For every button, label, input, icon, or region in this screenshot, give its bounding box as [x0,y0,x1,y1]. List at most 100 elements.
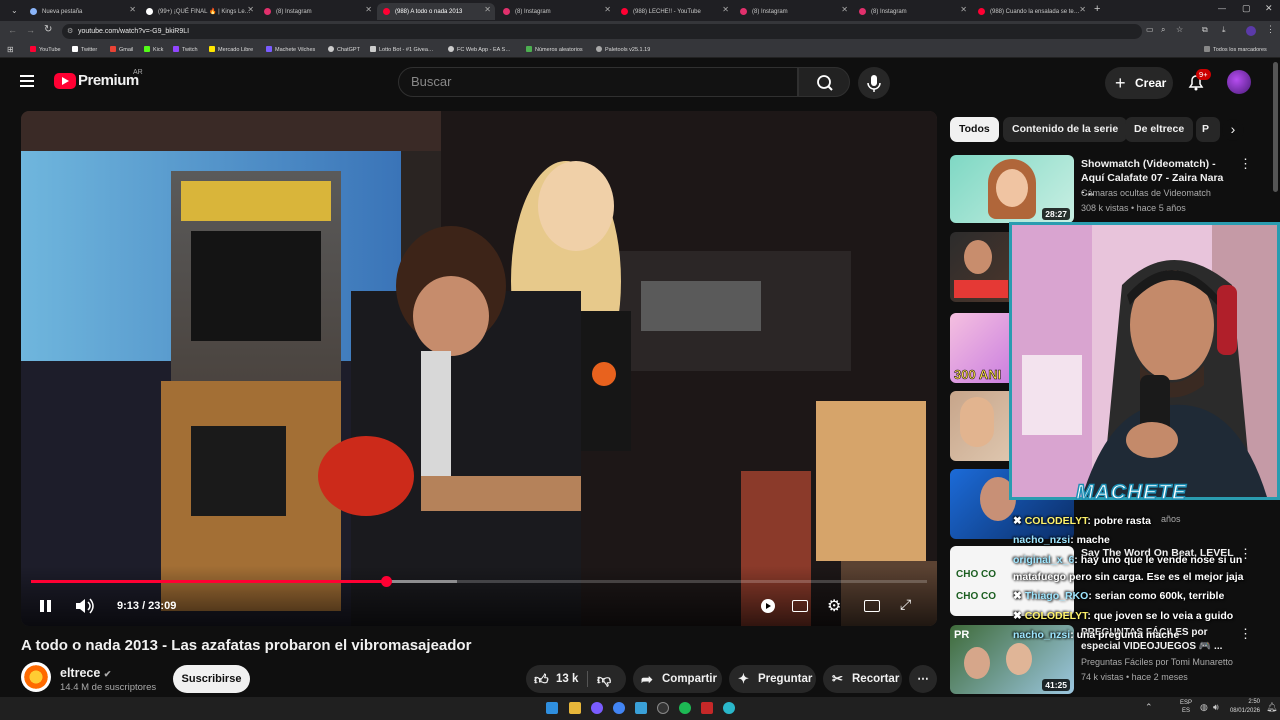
tab-close-icon[interactable]: ✕ [484,5,491,14]
discord-icon[interactable] [591,702,603,714]
chrome-icon[interactable] [613,702,625,714]
bookmark-item[interactable]: Números aleatorios [526,46,583,53]
related-channel[interactable]: Cámaras ocultas de Videomatch [1081,188,1211,198]
tab-new[interactable]: Nueva pestaña ✕ [24,3,140,20]
tab-close-icon[interactable]: ✕ [1079,5,1086,14]
voice-search-button[interactable] [858,67,890,99]
bookmark-item[interactable]: Kick [144,46,163,53]
app-icon[interactable] [723,702,735,714]
download-icon[interactable]: ⤓ [1222,25,1226,35]
bookmark-item[interactable]: FC Web App - EA S… [448,46,511,53]
obs-icon[interactable] [657,702,669,714]
tab-leche[interactable]: (988) LECHE!! - YouTube ✕ [615,3,733,20]
tab-close-icon[interactable]: ✕ [841,5,848,14]
bookmark-item[interactable]: Twitch [173,46,198,53]
tab-instagram-4[interactable]: (8) Instagram ✕ [853,3,971,20]
cast-icon[interactable]: ▭ [1146,25,1154,34]
maximize-icon[interactable]: ▢ [1242,3,1251,14]
chip-series-content[interactable]: Contenido de la serie [1003,117,1128,142]
reload-icon[interactable]: ↻ [44,24,52,35]
clock[interactable]: 2:50 08/01/2026 [1226,698,1260,716]
language-indicator[interactable]: ESP ES [1180,699,1192,715]
tab-close-icon[interactable]: ✕ [960,5,967,14]
new-tab-icon[interactable]: + [1094,3,1100,15]
autoplay-toggle[interactable] [761,599,775,613]
video-player[interactable]: 9:13 / 23:09 ⚙ ⤢ [21,111,937,626]
scrubber-handle[interactable] [380,576,392,587]
tab-close-icon[interactable]: ✕ [365,5,372,14]
start-icon[interactable] [546,702,558,714]
ask-button[interactable]: ✦ Preguntar [729,665,816,693]
channel-avatar[interactable] [21,662,51,692]
share-button[interactable]: ➦ Compartir [633,665,722,693]
subscribe-button[interactable]: Suscribirse [173,665,250,693]
related-thumbnail[interactable]: 28:27 [950,155,1074,223]
telegram-icon[interactable] [635,702,647,714]
tab-close-icon[interactable]: ✕ [722,5,729,14]
tab-instagram-3[interactable]: (8) Instagram ✕ [734,3,852,20]
bookmark-item[interactable]: Paletools v25.1.19 [596,46,650,53]
zoom-icon[interactable]: ⌕ [1161,25,1165,35]
apps-grid-icon[interactable]: ⊞ [7,45,14,54]
chip-partial[interactable]: P [1196,117,1220,142]
settings-gear-icon[interactable]: ⚙ [827,596,841,616]
app-icon[interactable] [701,702,713,714]
close-window-icon[interactable]: ✕ [1265,3,1273,14]
related-menu-icon[interactable]: ⋮ [1239,156,1252,172]
clip-button[interactable]: ✂ Recortar [823,665,902,693]
bookmark-item[interactable]: Machete Vilches [266,46,315,53]
tab-kings-league[interactable]: (99+) ¡QUÉ FINAL 🔥 | Kings Le… ✕ [140,3,258,20]
network-icon[interactable]: ◍ [1200,702,1208,713]
bookmark-star-icon[interactable]: ☆ [1176,25,1183,34]
channel-name[interactable]: eltrece ✔ [60,666,111,680]
url-bar[interactable]: ⚙ youtube.com/watch?v=-G9_bkiR9LI [62,24,1142,39]
minimize-icon[interactable]: — [1218,4,1226,13]
tab-close-icon[interactable]: ✕ [129,5,136,14]
logo-text[interactable]: Premium [78,72,139,89]
tab-ensalada[interactable]: (988) Cuando la ensalada se te… ✕ [972,3,1090,20]
back-icon[interactable]: ← [8,25,17,35]
like-count[interactable]: 13 k [556,665,578,693]
tab-instagram-1[interactable]: (8) Instagram ✕ [258,3,376,20]
page-scrollbar[interactable] [1273,62,1278,192]
spotify-icon[interactable] [679,702,691,714]
bookmark-item[interactable]: YouTube [30,46,61,53]
pause-icon[interactable] [39,599,53,613]
search-button[interactable] [798,67,850,97]
notification-center-icon[interactable]: 🔔︎ [1266,702,1277,713]
tab-instagram-2[interactable]: (8) Instagram ✕ [497,3,615,20]
all-bookmarks[interactable]: Todos los marcadores [1204,46,1267,53]
tab-active-video[interactable]: (988) A todo o nada 2013 ✕ [377,3,495,20]
youtube-logo-icon[interactable] [54,73,76,89]
file-explorer-icon[interactable] [569,702,581,714]
user-avatar[interactable] [1227,70,1251,94]
more-actions-button[interactable]: ⋯ [909,665,937,693]
dislike-icon[interactable]: 👎︎ [597,665,611,693]
bookmark-item[interactable]: Mercado Libre [209,46,253,53]
notifications-button[interactable]: 9+ [1186,69,1211,92]
tab-close-icon[interactable]: ✕ [247,5,254,14]
related-channel[interactable]: Preguntas Fáciles por Tomi Munaretto [1081,657,1233,667]
hamburger-menu-icon[interactable] [20,75,34,87]
chip-all[interactable]: Todos [950,117,999,142]
related-menu-icon[interactable]: ⋮ [1239,626,1252,642]
bookmark-item[interactable]: Lotto Bot - #1 Givea… [370,46,433,53]
forward-icon[interactable]: → [26,25,35,35]
fullscreen-icon[interactable]: ⤢ [900,596,911,613]
chip-from-channel[interactable]: De eltrece [1125,117,1194,142]
tab-close-icon[interactable]: ✕ [604,5,611,14]
volume-icon[interactable] [74,598,96,619]
create-button[interactable]: + Crear [1105,67,1173,99]
chevron-right-icon[interactable]: › [1222,119,1244,141]
chevron-up-icon[interactable]: ⌃ [1145,702,1153,713]
site-info-icon[interactable]: ⚙ [67,24,73,39]
volume-tray-icon[interactable]: 🔊︎ [1213,702,1219,713]
profile-avatar[interactable] [1246,26,1256,36]
menu-dots-icon[interactable]: ⋮ [1266,24,1275,35]
subtitles-icon[interactable] [792,600,808,612]
bookmark-item[interactable]: Twitter [72,46,97,53]
bookmark-item[interactable]: Gmail [110,46,133,53]
bookmark-item[interactable]: ChatGPT [328,46,360,53]
search-input[interactable]: Buscar [398,67,798,97]
theater-mode-icon[interactable] [864,600,880,612]
